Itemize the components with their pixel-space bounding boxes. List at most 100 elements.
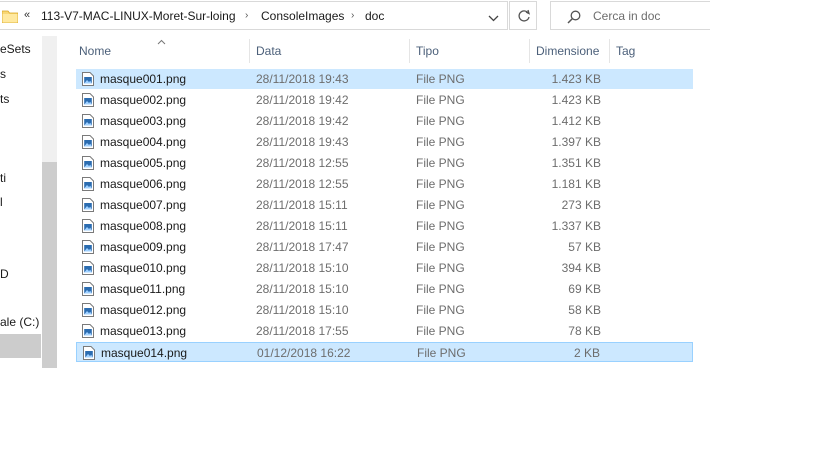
file-type: File PNG xyxy=(416,114,465,128)
file-date: 28/11/2018 17:55 xyxy=(256,324,349,338)
file-name[interactable]: masque008.png xyxy=(100,219,186,233)
file-name[interactable]: masque009.png xyxy=(100,240,186,254)
file-type: File PNG xyxy=(416,198,465,212)
file-date: 28/11/2018 15:10 xyxy=(256,303,349,317)
file-row[interactable]: masque003.png 28/11/2018 19:42 File PNG … xyxy=(76,111,693,131)
nav-selected-item[interactable] xyxy=(0,334,41,358)
column-header-type[interactable]: Tipo xyxy=(416,44,439,58)
file-date: 28/11/2018 19:42 xyxy=(256,93,349,107)
png-file-icon xyxy=(82,240,94,257)
nav-item[interactable]: ti xyxy=(0,171,6,185)
file-date: 28/11/2018 15:10 xyxy=(256,261,349,275)
png-file-icon xyxy=(82,177,94,194)
file-type: File PNG xyxy=(416,282,465,296)
nav-item[interactable]: D xyxy=(0,267,9,281)
file-name[interactable]: masque001.png xyxy=(100,72,186,86)
file-type: File PNG xyxy=(416,72,465,86)
file-row[interactable]: masque005.png 28/11/2018 12:55 File PNG … xyxy=(76,153,693,173)
file-row[interactable]: masque010.png 28/11/2018 15:10 File PNG … xyxy=(76,258,693,278)
file-name[interactable]: masque005.png xyxy=(100,156,186,170)
png-file-icon xyxy=(82,324,94,341)
file-name[interactable]: masque004.png xyxy=(100,135,186,149)
column-header-name[interactable]: Nome xyxy=(79,44,111,58)
breadcrumb-item[interactable]: ConsoleImages xyxy=(261,9,344,23)
column-header-date[interactable]: Data xyxy=(256,44,281,58)
file-size: 1.351 KB xyxy=(551,156,601,170)
file-type: File PNG xyxy=(417,346,466,360)
png-file-icon xyxy=(82,303,94,320)
column-divider[interactable] xyxy=(409,39,410,63)
refresh-button[interactable] xyxy=(509,1,537,30)
file-type: File PNG xyxy=(416,93,465,107)
file-row[interactable]: masque007.png 28/11/2018 15:11 File PNG … xyxy=(76,195,693,215)
address-bar[interactable]: « 113-V7-MAC-LINUX-Moret-Sur-loing › Con… xyxy=(0,1,508,30)
file-date: 28/11/2018 19:43 xyxy=(256,135,349,149)
file-row[interactable]: masque001.png 28/11/2018 19:43 File PNG … xyxy=(76,69,693,89)
search-box[interactable]: Cerca in doc xyxy=(550,1,710,30)
file-row[interactable]: masque011.png 28/11/2018 15:10 File PNG … xyxy=(76,279,693,299)
nav-item[interactable]: l xyxy=(0,195,3,209)
file-date: 28/11/2018 19:42 xyxy=(256,114,349,128)
file-size: 1.423 KB xyxy=(551,93,601,107)
nav-item[interactable]: s xyxy=(0,67,6,81)
file-date: 28/11/2018 15:11 xyxy=(256,219,348,233)
png-file-icon xyxy=(82,135,94,152)
png-file-icon xyxy=(82,282,94,299)
file-row[interactable]: masque002.png 28/11/2018 19:42 File PNG … xyxy=(76,90,693,110)
file-type: File PNG xyxy=(416,135,465,149)
file-size: 1.423 KB xyxy=(551,72,601,86)
file-row[interactable]: masque014.png 01/12/2018 16:22 File PNG … xyxy=(76,342,693,362)
column-divider[interactable] xyxy=(529,39,530,63)
file-name[interactable]: masque012.png xyxy=(100,303,186,317)
png-file-icon xyxy=(82,93,94,110)
file-row[interactable]: masque008.png 28/11/2018 15:11 File PNG … xyxy=(76,216,693,236)
file-date: 28/11/2018 12:55 xyxy=(256,177,349,191)
file-type: File PNG xyxy=(416,240,465,254)
file-name[interactable]: masque014.png xyxy=(101,346,187,360)
nav-item[interactable]: eSets xyxy=(0,42,31,56)
chevron-down-icon[interactable] xyxy=(488,11,499,25)
file-type: File PNG xyxy=(416,303,465,317)
file-name[interactable]: masque006.png xyxy=(100,177,186,191)
file-name[interactable]: masque003.png xyxy=(100,114,186,128)
file-row[interactable]: masque009.png 28/11/2018 17:47 File PNG … xyxy=(76,237,693,257)
file-name[interactable]: masque007.png xyxy=(100,198,186,212)
file-name[interactable]: masque011.png xyxy=(100,282,185,296)
column-divider[interactable] xyxy=(249,39,250,63)
png-file-icon xyxy=(82,261,94,278)
file-size: 78 KB xyxy=(568,324,601,338)
navigation-pane: eSets s ts ti l D ale (C:) xyxy=(0,36,42,368)
file-size: 273 KB xyxy=(561,198,601,212)
breadcrumb-separator-icon[interactable]: › xyxy=(351,10,354,21)
file-date: 28/11/2018 19:43 xyxy=(256,72,349,86)
png-file-icon xyxy=(82,198,94,215)
file-row[interactable]: masque006.png 28/11/2018 12:55 File PNG … xyxy=(76,174,693,194)
png-file-icon xyxy=(82,72,94,89)
breadcrumb-item[interactable]: 113-V7-MAC-LINUX-Moret-Sur-loing xyxy=(41,9,236,23)
nav-scrollbar-thumb[interactable] xyxy=(42,162,57,368)
file-size: 2 KB xyxy=(573,346,600,360)
file-size: 1.337 KB xyxy=(551,219,601,233)
file-row[interactable]: masque004.png 28/11/2018 19:43 File PNG … xyxy=(76,132,693,152)
breadcrumb-overflow[interactable]: « xyxy=(24,9,30,21)
search-input[interactable]: Cerca in doc xyxy=(593,9,660,23)
nav-item[interactable]: ale (C:) xyxy=(0,315,39,329)
column-divider[interactable] xyxy=(609,39,610,63)
png-file-icon xyxy=(82,219,94,236)
file-size: 1.412 KB xyxy=(551,114,601,128)
file-size: 1.181 KB xyxy=(551,177,601,191)
png-file-icon xyxy=(82,114,94,131)
file-size: 58 KB xyxy=(568,303,601,317)
file-name[interactable]: masque002.png xyxy=(100,93,186,107)
file-name[interactable]: masque013.png xyxy=(100,324,186,338)
breadcrumb-separator-icon[interactable]: › xyxy=(245,10,248,21)
column-header-tag[interactable]: Tag xyxy=(616,44,635,58)
file-date: 28/11/2018 15:10 xyxy=(256,282,349,296)
folder-icon xyxy=(1,10,19,26)
file-row[interactable]: masque013.png 28/11/2018 17:55 File PNG … xyxy=(76,321,693,341)
column-header-size[interactable]: Dimensione xyxy=(536,44,599,58)
nav-item[interactable]: ts xyxy=(0,92,9,106)
file-name[interactable]: masque010.png xyxy=(100,261,186,275)
file-row[interactable]: masque012.png 28/11/2018 15:10 File PNG … xyxy=(76,300,693,320)
breadcrumb-item[interactable]: doc xyxy=(365,9,384,23)
